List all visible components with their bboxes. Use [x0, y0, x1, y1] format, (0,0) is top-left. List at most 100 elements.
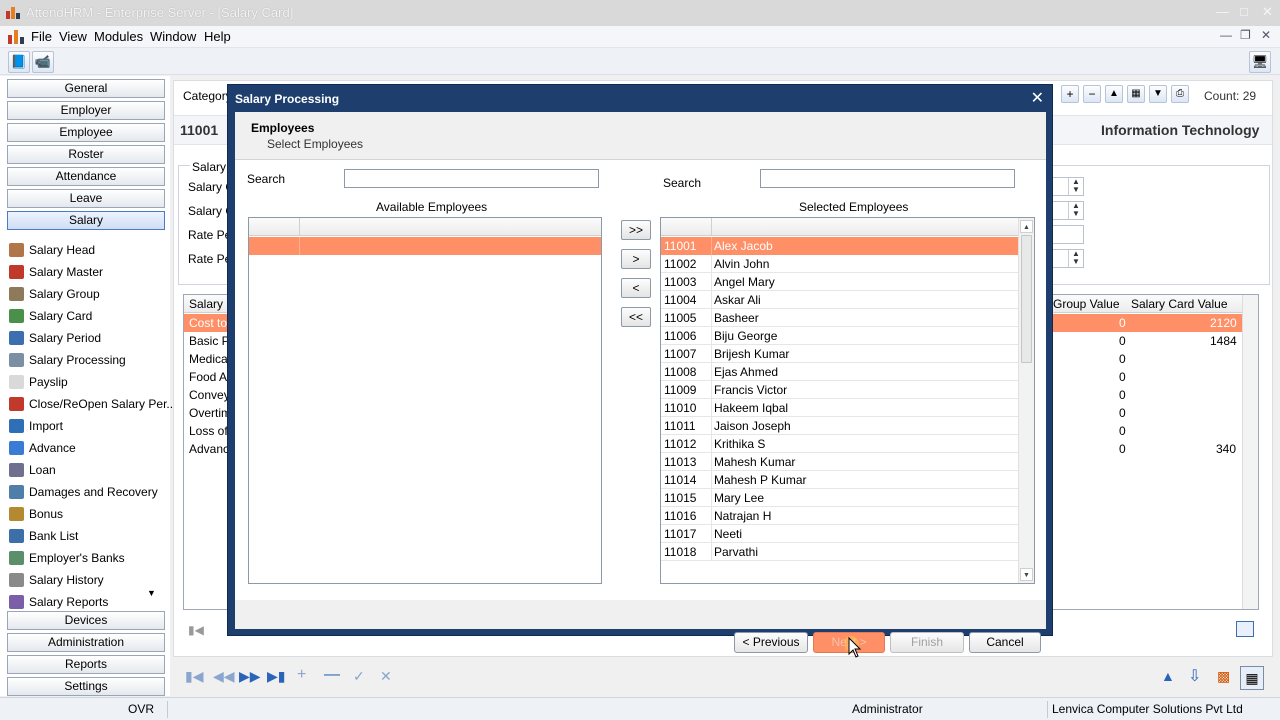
- prev-page-icon[interactable]: ◀◀: [213, 668, 235, 685]
- screen-icon[interactable]: 🖥: [1249, 51, 1271, 73]
- selected-grid-scrollbar[interactable]: ▲ ▼: [1018, 218, 1034, 583]
- first-record-icon[interactable]: ▮◀: [185, 668, 203, 685]
- nav-roster[interactable]: Roster: [7, 145, 165, 164]
- menu-window[interactable]: Window: [150, 29, 196, 44]
- nav-item-salary-card[interactable]: Salary Card: [9, 306, 92, 326]
- available-employees-grid[interactable]: [248, 217, 602, 584]
- selected-employee-row[interactable]: 11017 Neeti: [661, 525, 1018, 543]
- move-right-button[interactable]: >: [621, 249, 651, 269]
- selected-employee-row[interactable]: 11003 Angel Mary: [661, 273, 1018, 291]
- selected-employee-row[interactable]: 11001 Alex Jacob: [661, 237, 1018, 255]
- camera-icon[interactable]: 📹: [32, 51, 54, 73]
- nav-item-loan[interactable]: Loan: [9, 460, 56, 480]
- maximize-icon[interactable]: □: [1240, 4, 1248, 19]
- nav-attendance[interactable]: Attendance: [7, 167, 165, 186]
- print-icon[interactable]: ⎙: [1171, 85, 1189, 103]
- mdi-minimize-icon[interactable]: —: [1220, 28, 1232, 42]
- minimize-icon[interactable]: —: [1216, 4, 1229, 19]
- move-all-right-button[interactable]: >>: [621, 220, 651, 240]
- grid-view-icon[interactable]: [1236, 621, 1254, 637]
- close-icon[interactable]: ✕: [1262, 4, 1273, 20]
- table-scrollbar[interactable]: [1242, 295, 1258, 609]
- previous-button[interactable]: < Previous: [734, 632, 808, 653]
- mdi-close-icon[interactable]: ✕: [1261, 28, 1271, 42]
- available-search-input[interactable]: [344, 169, 599, 188]
- app-menu-icon[interactable]: [8, 30, 24, 44]
- scroll-up-icon[interactable]: ▲: [1020, 220, 1033, 233]
- cancel-edit-icon[interactable]: ✕: [380, 668, 392, 685]
- nav-item-payslip[interactable]: Payslip: [9, 372, 68, 392]
- nav-item-salary-master[interactable]: Salary Master: [9, 262, 103, 282]
- nav-item-bank-list[interactable]: Bank List: [9, 526, 78, 546]
- nav-settings[interactable]: Settings: [7, 677, 165, 696]
- menu-help[interactable]: Help: [204, 29, 231, 44]
- menu-modules[interactable]: Modules: [94, 29, 143, 44]
- selected-employee-row[interactable]: 11013 Mahesh Kumar: [661, 453, 1018, 471]
- nav-administration[interactable]: Administration: [7, 633, 165, 652]
- nav-reports[interactable]: Reports: [7, 655, 165, 674]
- nav-employee[interactable]: Employee: [7, 123, 165, 142]
- scroll-thumb[interactable]: [1021, 235, 1032, 363]
- available-grid-row[interactable]: [249, 237, 601, 255]
- nav-item-salary-history[interactable]: Salary History: [9, 570, 104, 590]
- menu-view[interactable]: View: [59, 29, 87, 44]
- cancel-button[interactable]: Cancel: [969, 632, 1041, 653]
- nav-scroll-down-icon[interactable]: ▼: [147, 588, 156, 598]
- selected-employee-row[interactable]: 11012 Krithika S: [661, 435, 1018, 453]
- selected-employee-row[interactable]: 11016 Natrajan H: [661, 507, 1018, 525]
- nav-devices[interactable]: Devices: [7, 611, 165, 630]
- selected-employee-row[interactable]: 11011 Jaison Joseph: [661, 417, 1018, 435]
- next-page-icon[interactable]: ▶▶: [239, 668, 261, 685]
- book-icon[interactable]: 📘: [8, 51, 30, 73]
- dialog-close-icon[interactable]: ✕: [1031, 88, 1044, 108]
- field-spin-2[interactable]: ▲ ▼: [1050, 201, 1084, 220]
- nav-item-import[interactable]: Import: [9, 416, 63, 436]
- selected-employee-row[interactable]: 11002 Alvin John: [661, 255, 1018, 273]
- delete-icon[interactable]: —: [324, 666, 340, 684]
- filter-icon[interactable]: ▼: [1149, 85, 1167, 103]
- nav-item-salary-period[interactable]: Salary Period: [9, 328, 101, 348]
- selected-search-input[interactable]: [760, 169, 1015, 188]
- selected-employee-row[interactable]: 11005 Basheer: [661, 309, 1018, 327]
- nav-item-advance[interactable]: Advance: [9, 438, 76, 458]
- table-layout-icon[interactable]: ▦: [1240, 666, 1264, 690]
- download-icon[interactable]: ⇩: [1188, 666, 1201, 686]
- nav-item-employers-banks[interactable]: Employer's Banks: [9, 548, 125, 568]
- move-all-left-button[interactable]: <<: [621, 307, 651, 327]
- mdi-restore-icon[interactable]: ❐: [1240, 28, 1251, 42]
- selected-employee-row[interactable]: 11009 Francis Victor: [661, 381, 1018, 399]
- insert-icon[interactable]: +: [297, 666, 306, 684]
- last-record-icon[interactable]: ▶▮: [267, 668, 285, 685]
- selected-employee-row[interactable]: 11018 Parvathi: [661, 543, 1018, 561]
- field-spin-4[interactable]: ▲ ▼: [1050, 249, 1084, 268]
- selected-employee-row[interactable]: 11010 Hakeem Iqbal: [661, 399, 1018, 417]
- selected-employees-grid[interactable]: 11001 Alex Jacob 11002 Alvin John 11003 Angel…: [660, 217, 1035, 584]
- move-left-button[interactable]: <: [621, 278, 651, 298]
- bg-first-icon[interactable]: ▮◀: [188, 623, 204, 637]
- selected-employee-row[interactable]: 11008 Ejas Ahmed: [661, 363, 1018, 381]
- nav-employer[interactable]: Employer: [7, 101, 165, 120]
- selected-employee-row[interactable]: 11014 Mahesh P Kumar: [661, 471, 1018, 489]
- remove-icon[interactable]: −: [1083, 85, 1101, 103]
- field-input-3[interactable]: [1050, 225, 1084, 244]
- nav-item-bonus[interactable]: Bonus: [9, 504, 63, 524]
- up-arrow-icon[interactable]: ▲: [1161, 668, 1175, 684]
- post-icon[interactable]: ✓: [353, 668, 365, 685]
- nav-salary[interactable]: Salary: [7, 211, 165, 230]
- up-icon[interactable]: ▲: [1105, 85, 1123, 103]
- nav-item-salary-head[interactable]: Salary Head: [9, 240, 95, 260]
- nav-item-salary-group[interactable]: Salary Group: [9, 284, 100, 304]
- nav-general[interactable]: General: [7, 79, 165, 98]
- excel-icon[interactable]: ▦: [1127, 85, 1145, 103]
- selected-employee-row[interactable]: 11015 Mary Lee: [661, 489, 1018, 507]
- selected-employee-row[interactable]: 11007 Brijesh Kumar: [661, 345, 1018, 363]
- export-icon[interactable]: ▩: [1217, 668, 1230, 685]
- selected-employee-row[interactable]: 11006 Biju George: [661, 327, 1018, 345]
- nav-item-salary-reports[interactable]: Salary Reports: [9, 592, 108, 612]
- scroll-down-icon[interactable]: ▼: [1020, 568, 1033, 581]
- nav-item-damages-recovery[interactable]: Damages and Recovery: [9, 482, 158, 502]
- menu-file[interactable]: File: [31, 29, 52, 44]
- nav-item-close-reopen[interactable]: Close/ReOpen Salary Per...: [9, 394, 176, 414]
- nav-leave[interactable]: Leave: [7, 189, 165, 208]
- selected-employee-row[interactable]: 11004 Askar Ali: [661, 291, 1018, 309]
